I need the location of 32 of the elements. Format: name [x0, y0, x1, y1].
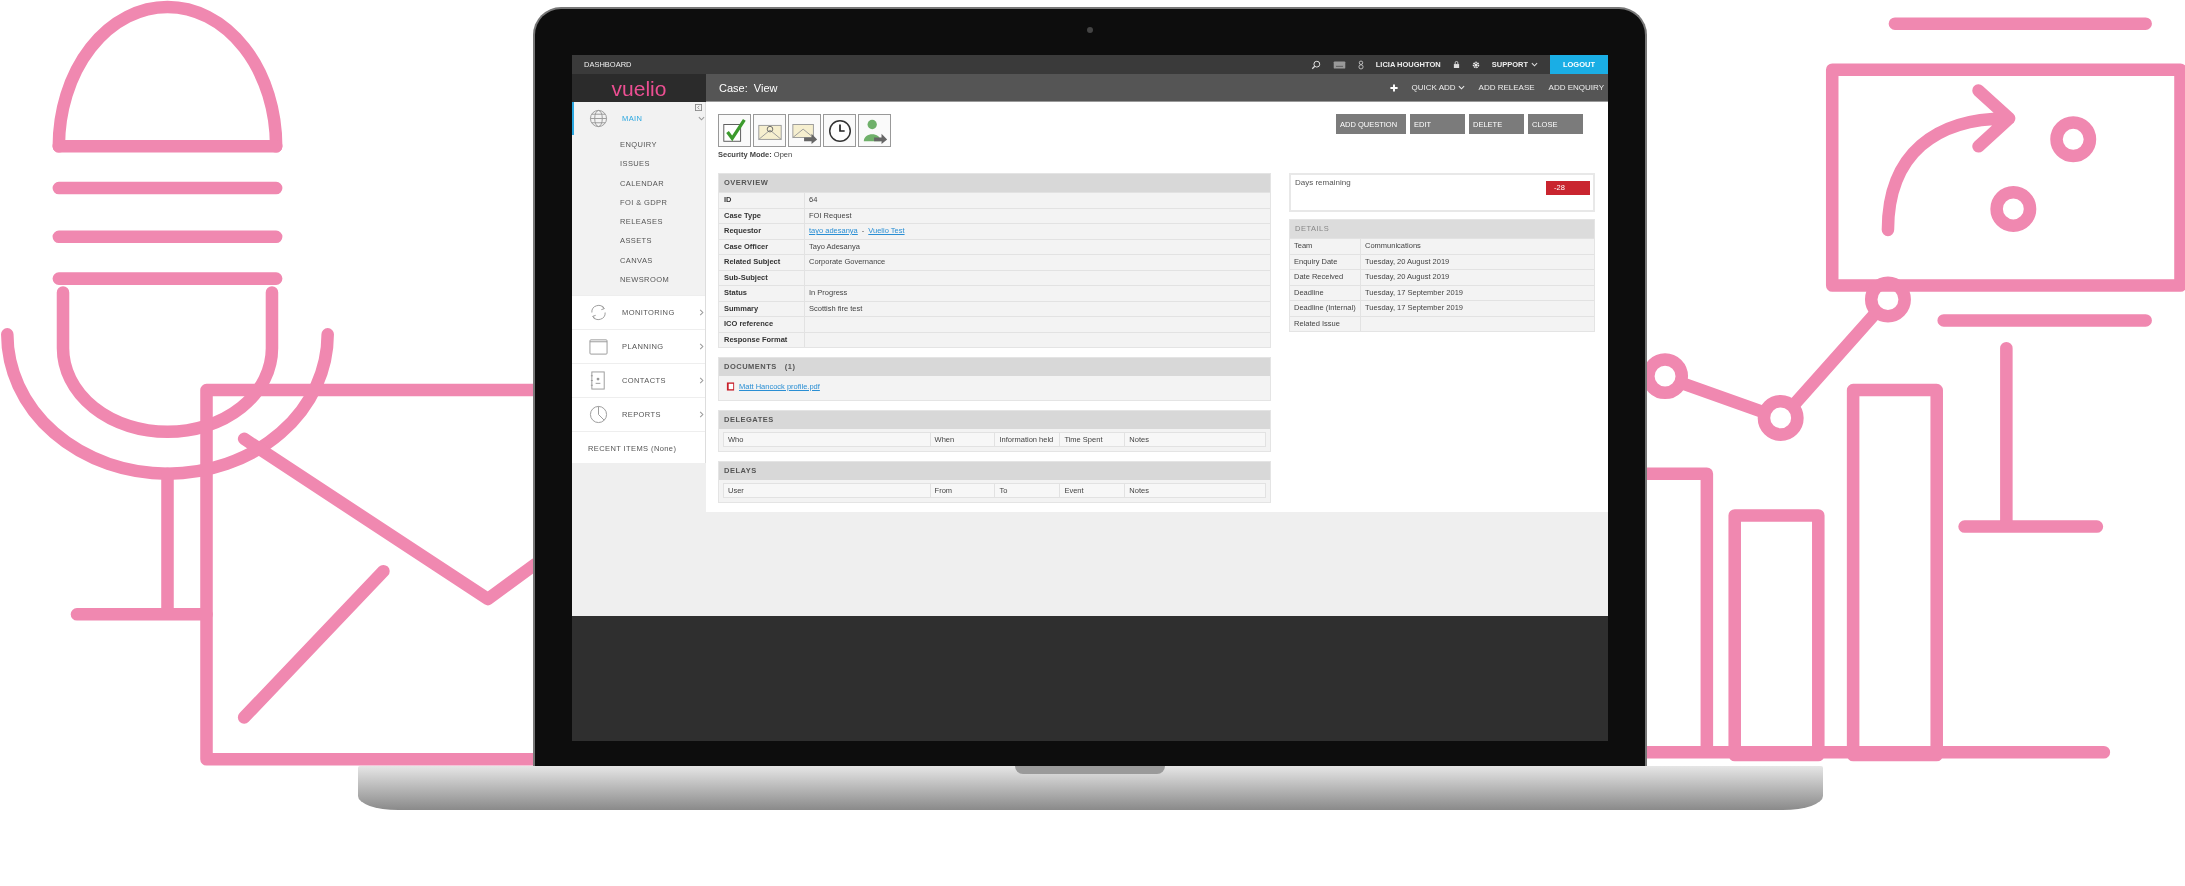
calendar-icon	[589, 337, 608, 357]
chevron-right-icon	[698, 343, 705, 351]
chevron-down-icon	[1531, 62, 1538, 67]
globe-icon	[589, 109, 608, 128]
pdf-icon	[726, 382, 735, 391]
chevron-down-icon	[698, 115, 705, 122]
chevron-right-icon	[698, 377, 705, 385]
camera-dot	[1087, 27, 1093, 33]
keyboard-icon[interactable]	[1332, 60, 1346, 69]
chevron-right-icon	[698, 309, 705, 317]
collapse-icon[interactable]	[695, 104, 702, 111]
header-action-link[interactable]: ADD ENQUIRY	[1548, 83, 1604, 92]
pie-chart-icon	[589, 405, 608, 425]
header-action-link[interactable]: QUICK ADD	[1411, 83, 1465, 92]
chevron-right-icon	[698, 411, 705, 419]
chevron-down-icon	[1457, 85, 1465, 90]
clock-cycle-icon	[589, 303, 608, 323]
person-icon[interactable]	[1357, 59, 1364, 70]
settings-icon[interactable]	[1471, 60, 1480, 69]
days-remaining-label: Days remaining	[1295, 178, 1351, 187]
complete-button[interactable]	[718, 114, 751, 147]
logo[interactable]: vuelio	[611, 77, 667, 99]
page-title: Case: View	[719, 81, 778, 94]
lock-icon[interactable]	[1452, 61, 1460, 68]
contact-book-icon	[589, 371, 608, 391]
clock-button[interactable]	[823, 114, 856, 147]
plus-icon[interactable]	[1389, 83, 1398, 92]
header-action-link[interactable]: ADD RELEASE	[1478, 83, 1535, 92]
reassign-button[interactable]	[858, 114, 891, 147]
email-button[interactable]	[753, 114, 786, 147]
forward-email-button[interactable]	[788, 114, 821, 147]
search-icon[interactable]	[1310, 59, 1321, 70]
